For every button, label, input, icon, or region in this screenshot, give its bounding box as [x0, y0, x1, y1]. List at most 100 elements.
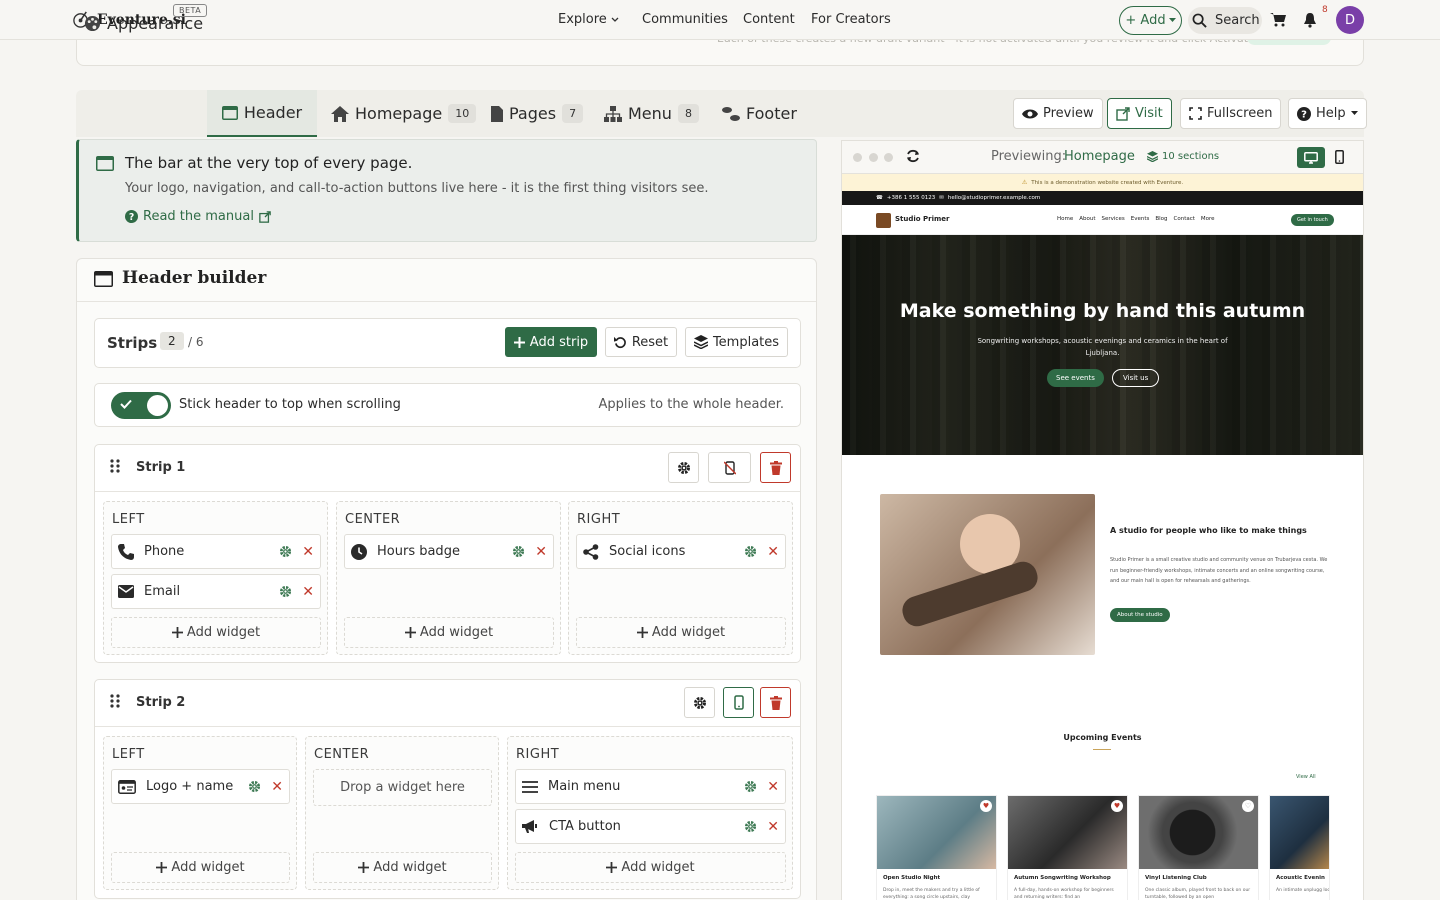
- window-dot: [884, 153, 893, 162]
- gear-icon[interactable]: [744, 820, 757, 833]
- site-menu-item[interactable]: Blog: [1155, 216, 1167, 222]
- info-title: The bar at the very top of every page.: [125, 154, 413, 172]
- event-card[interactable]: ♡ Vinyl Listening Club One classic album…: [1138, 795, 1259, 900]
- reset-button[interactable]: Reset: [605, 327, 677, 357]
- site-menu-item[interactable]: Services: [1102, 216, 1125, 222]
- add-button[interactable]: + Add: [1119, 6, 1182, 35]
- widget-phone[interactable]: Phone ✕: [111, 534, 321, 569]
- add-widget-label: Add widget: [171, 860, 245, 875]
- site-cta-button[interactable]: Get in touch: [1291, 214, 1334, 226]
- tab-pages-count: 7: [562, 104, 584, 123]
- add-widget-button[interactable]: Add widget: [111, 852, 290, 883]
- site-menu-item[interactable]: Home: [1057, 216, 1073, 222]
- read-manual-link[interactable]: ? Read the manual: [125, 209, 271, 224]
- add-strip-button[interactable]: Add strip: [505, 327, 597, 357]
- remove-icon[interactable]: ✕: [767, 819, 779, 835]
- event-card[interactable]: ♥ Autumn Songwriting Workshop A full-day…: [1007, 795, 1128, 900]
- widget-email[interactable]: Email ✕: [111, 574, 321, 609]
- heart-icon[interactable]: ♡: [1242, 800, 1254, 812]
- strip-settings-button[interactable]: [684, 687, 715, 718]
- hero-see-events-button[interactable]: See events: [1047, 369, 1104, 387]
- bell-icon[interactable]: [1303, 12, 1317, 28]
- tab-appearance[interactable]: Appearance: [84, 0, 203, 47]
- nav-communities[interactable]: Communities: [642, 12, 728, 27]
- remove-icon[interactable]: ✕: [535, 544, 547, 560]
- search-button[interactable]: Search: [1188, 7, 1262, 34]
- gear-icon: [693, 696, 707, 710]
- sticky-header-toggle[interactable]: [111, 392, 171, 419]
- drag-handle-icon[interactable]: [110, 694, 120, 708]
- expand-icon: [1189, 107, 1202, 120]
- nav-for-creators[interactable]: For Creators: [811, 12, 891, 27]
- site-menu-item[interactable]: Contact: [1174, 216, 1195, 222]
- plus-icon: [636, 627, 648, 638]
- tab-footer[interactable]: Footer: [722, 90, 797, 137]
- avatar[interactable]: D: [1336, 6, 1364, 34]
- drop-zone[interactable]: Drop a widget here: [313, 769, 492, 806]
- gear-icon[interactable]: [744, 545, 757, 558]
- visit-button[interactable]: Visit: [1107, 98, 1172, 129]
- add-widget-button[interactable]: Add widget: [576, 617, 786, 648]
- event-card[interactable]: ♥ Open Studio Night Drop in, meet the ma…: [876, 795, 997, 900]
- gear-icon[interactable]: [248, 780, 261, 793]
- strip-delete-button[interactable]: [760, 452, 791, 483]
- fullscreen-button[interactable]: Fullscreen: [1180, 98, 1282, 129]
- read-manual-label: Read the manual: [143, 209, 254, 224]
- add-widget-button[interactable]: Add widget: [344, 617, 554, 648]
- heart-icon[interactable]: ♥: [980, 800, 992, 812]
- widget-cta-button[interactable]: CTA button ✕: [515, 809, 786, 844]
- view-all-link[interactable]: View All: [1296, 774, 1316, 780]
- remove-icon[interactable]: ✕: [302, 544, 314, 560]
- tab-pages[interactable]: Pages 7: [491, 90, 584, 137]
- strip-delete-button[interactable]: [760, 687, 791, 718]
- add-widget-button[interactable]: Add widget: [111, 617, 321, 648]
- widget-social-icons[interactable]: Social icons ✕: [576, 534, 786, 569]
- nav-content[interactable]: Content: [743, 12, 795, 27]
- site-menu-item[interactable]: About: [1079, 216, 1095, 222]
- tab-header[interactable]: Header: [207, 90, 317, 137]
- remove-icon[interactable]: ✕: [767, 779, 779, 795]
- column-label: RIGHT: [516, 747, 560, 762]
- add-widget-button[interactable]: Add widget: [313, 852, 492, 883]
- layers-icon: [1147, 151, 1158, 162]
- cart-icon[interactable]: [1270, 12, 1286, 27]
- hero-visit-button[interactable]: Visit us: [1112, 369, 1160, 387]
- plus-icon: [171, 627, 183, 638]
- remove-icon[interactable]: ✕: [302, 584, 314, 600]
- preview-button[interactable]: Preview: [1013, 98, 1103, 129]
- event-image: [1270, 796, 1329, 869]
- nav-explore[interactable]: Explore: [558, 12, 619, 27]
- gear-icon[interactable]: [512, 545, 525, 558]
- mobile-view-icon[interactable]: [1335, 150, 1344, 164]
- strip-mobile-hidden-button[interactable]: [708, 452, 751, 483]
- heart-icon[interactable]: ♥: [1111, 800, 1123, 812]
- site-menu-item[interactable]: More: [1201, 216, 1215, 222]
- desktop-view-button[interactable]: [1297, 147, 1325, 168]
- remove-icon[interactable]: ✕: [271, 779, 283, 795]
- remove-icon[interactable]: ✕: [767, 544, 779, 560]
- add-widget-label: Add widget: [651, 625, 726, 640]
- gear-icon[interactable]: [744, 780, 757, 793]
- site-menu-item[interactable]: Events: [1131, 216, 1150, 222]
- tab-menu[interactable]: Menu 8: [604, 90, 699, 137]
- add-widget-button[interactable]: Add widget: [515, 852, 786, 883]
- chevron-down-icon: [611, 17, 619, 23]
- gear-icon[interactable]: [279, 545, 292, 558]
- strip-mobile-visible-button[interactable]: [723, 687, 754, 718]
- column-label: LEFT: [112, 512, 145, 527]
- widget-main-menu[interactable]: Main menu ✕: [515, 769, 786, 804]
- tab-homepage[interactable]: Homepage 10: [331, 90, 477, 137]
- strip-settings-button[interactable]: [668, 452, 699, 483]
- nav-explore-label: Explore: [558, 12, 607, 27]
- templates-button[interactable]: Templates: [685, 327, 788, 357]
- widget-logo-name[interactable]: Logo + name ✕: [111, 769, 290, 804]
- help-button[interactable]: ? Help: [1288, 98, 1367, 129]
- about-button[interactable]: About the studio: [1110, 608, 1170, 622]
- widget-hours-badge[interactable]: Hours badge ✕: [344, 534, 554, 569]
- drag-handle-icon[interactable]: [110, 459, 120, 473]
- search-icon: [1192, 13, 1207, 28]
- event-card[interactable]: Acoustic Evenin An intimate unplugg loca…: [1269, 795, 1330, 900]
- refresh-icon[interactable]: [906, 149, 920, 163]
- strip-name: Strip 2: [136, 695, 186, 710]
- gear-icon[interactable]: [279, 585, 292, 598]
